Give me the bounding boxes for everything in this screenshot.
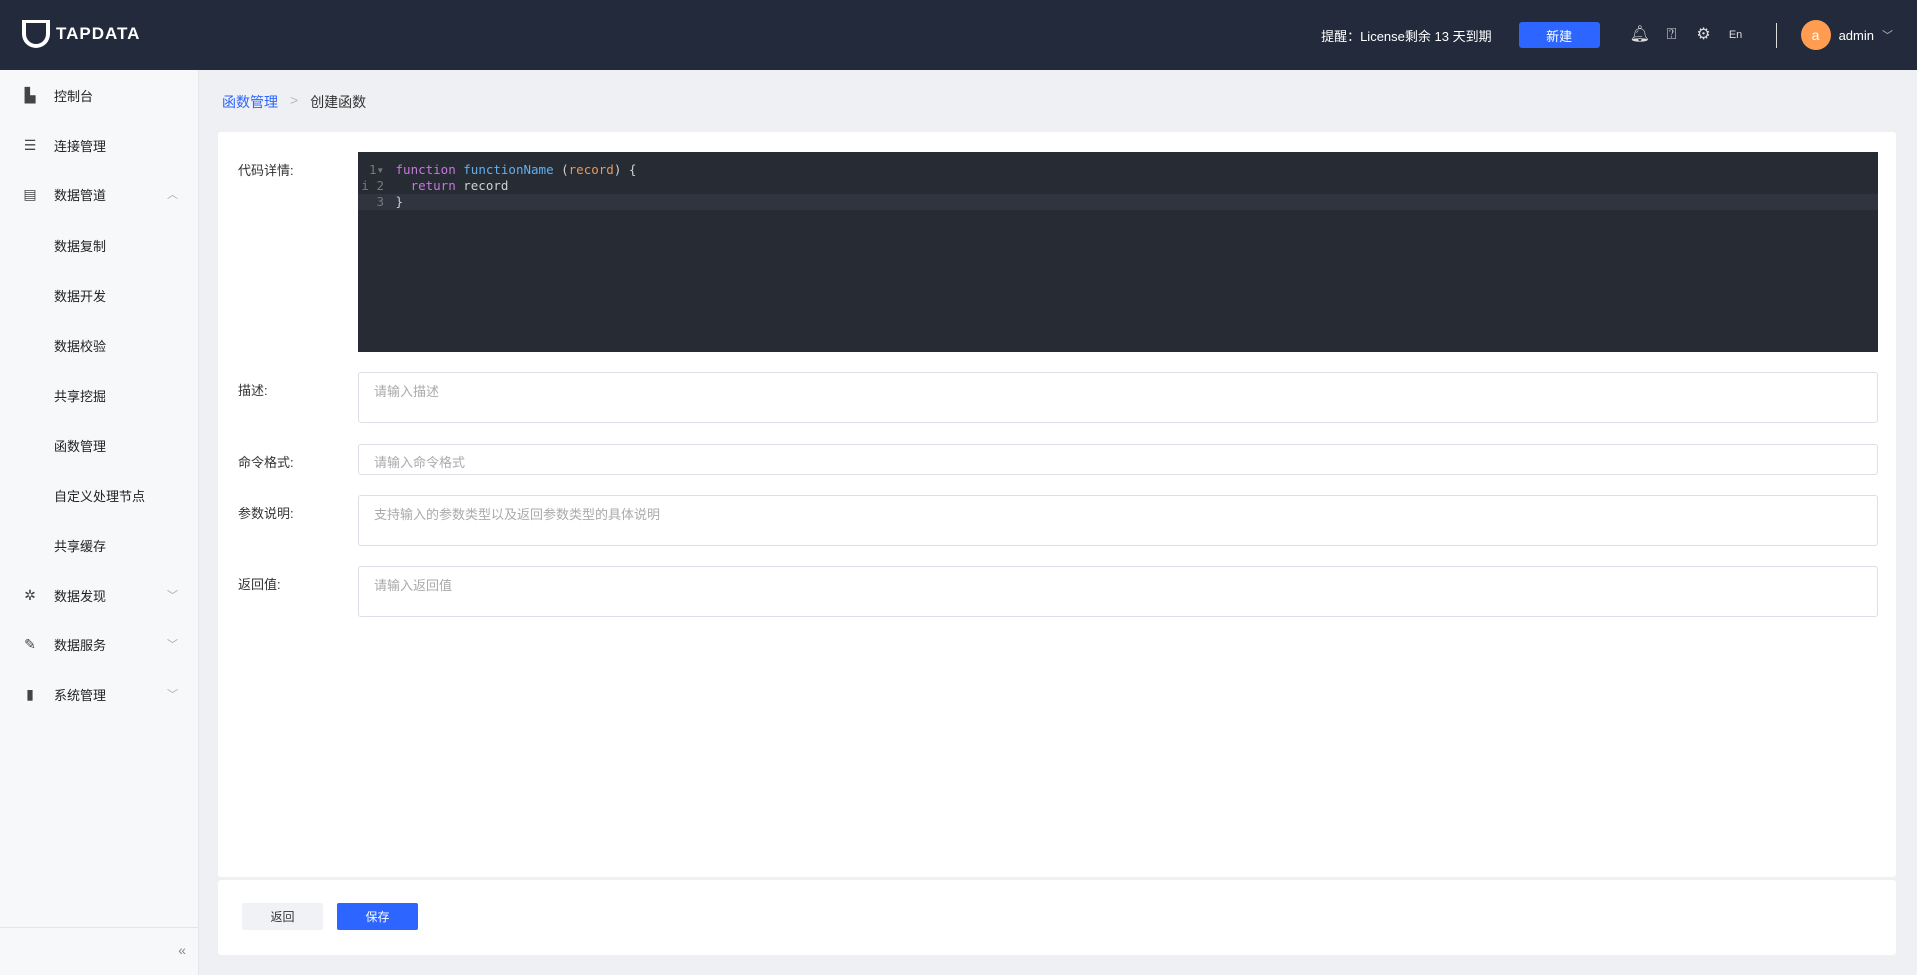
sidebar-item-discovery[interactable]: ✲ 数据发现 ﹀ xyxy=(0,575,198,615)
help-icon[interactable]: ⍰ xyxy=(1662,25,1682,45)
form-card: 代码详情: 1▾ function functionName (record) … xyxy=(218,132,1896,877)
collapse-sidebar-button[interactable]: « xyxy=(0,927,198,975)
sidebar-item-services[interactable]: ✎ 数据服务 ﹀ xyxy=(0,624,198,664)
code-token: record xyxy=(455,178,509,193)
breadcrumb: 函数管理 > 创建函数 xyxy=(222,92,366,112)
code-token: } xyxy=(395,194,404,209)
chip-icon: ✲ xyxy=(24,587,36,603)
sidebar-item-label: 连接管理 xyxy=(54,138,107,154)
breadcrumb-parent[interactable]: 函数管理 xyxy=(222,92,278,112)
double-chevron-left-icon: « xyxy=(178,942,186,958)
back-button[interactable]: 返回 xyxy=(242,903,323,930)
chevron-down-icon: ﹀ xyxy=(167,639,178,651)
breadcrumb-current: 创建函数 xyxy=(310,94,367,110)
chevron-right-icon: > xyxy=(290,92,299,108)
param-label: 参数说明: xyxy=(238,506,294,521)
logo-mark-icon xyxy=(22,20,50,48)
sidebar-subitem[interactable]: 数据复制 xyxy=(0,225,198,265)
sidebar-item-connections[interactable]: ☰ 连接管理 xyxy=(0,125,198,165)
chevron-down-icon[interactable]: ﹀ xyxy=(1882,27,1893,43)
sidebar-item-label: 数据发现 xyxy=(54,588,107,604)
code-token: ) { xyxy=(613,162,637,177)
dashboard-icon: ▙ xyxy=(24,87,36,103)
sidebar-item-label: 系统管理 xyxy=(54,687,107,703)
code-token: record xyxy=(568,162,614,177)
sidebar-subitem[interactable]: 数据开发 xyxy=(0,275,198,315)
sidebar-subitem[interactable]: 共享挖掘 xyxy=(0,375,198,415)
param-textarea[interactable]: 支持输入的参数类型以及返回参数类型的具体说明 xyxy=(358,495,1878,546)
code-line: i 2 return record xyxy=(361,178,509,193)
sidebar-subitem[interactable]: 自定义处理节点 xyxy=(0,475,198,515)
sidebar-subitem[interactable]: 共享缓存 xyxy=(0,525,198,565)
list-icon: ☰ xyxy=(23,137,37,153)
code-label: 代码详情: xyxy=(238,163,294,178)
plug-icon: ✎ xyxy=(24,636,36,652)
license-notice: 提醒：License剩余 13 天到期 xyxy=(1321,28,1492,44)
return-textarea[interactable]: 请输入返回值 xyxy=(358,566,1878,617)
divider xyxy=(1775,22,1777,48)
gear-icon[interactable]: ⚙ xyxy=(1694,25,1714,45)
save-button[interactable]: 保存 xyxy=(337,903,418,930)
sidebar-item-system[interactable]: ▮ 系统管理 ﹀ xyxy=(0,674,198,714)
archive-icon: ▤ xyxy=(23,186,37,202)
sidebar-item-pipelines[interactable]: ▤ 数据管道 ︿ xyxy=(0,174,198,214)
return-label: 返回值: xyxy=(238,577,281,592)
code-token: return xyxy=(410,178,456,193)
language-icon[interactable]: En xyxy=(1726,25,1746,45)
code-line: 1▾ function functionName (record) { xyxy=(368,162,637,177)
desc-label: 描述: xyxy=(238,383,268,398)
code-editor[interactable]: 1▾ function functionName (record) { i 2 … xyxy=(358,152,1878,352)
sidebar-subitem[interactable]: 数据校验 xyxy=(0,325,198,365)
chevron-down-icon: ﹀ xyxy=(167,590,178,602)
form-footer: 返回 保存 xyxy=(218,880,1896,955)
desc-textarea[interactable]: 请输入描述 xyxy=(358,372,1878,423)
avatar[interactable]: a xyxy=(1800,20,1831,50)
sidebar-item-label: 控制台 xyxy=(54,88,94,104)
code-token: function xyxy=(395,162,456,177)
sidebar-item-dashboard[interactable]: ▙ 控制台 xyxy=(0,75,198,115)
sidebar-item-label: 数据管道 xyxy=(54,187,107,203)
cmd-input[interactable]: 请输入命令格式 xyxy=(358,444,1878,475)
sidebar: ▙ 控制台 ☰ 连接管理 ▤ 数据管道 ︿ 数据复制 数据开发 数据校验 共享挖掘 函数… xyxy=(0,70,199,975)
code-token: ( xyxy=(553,162,569,177)
logo[interactable]: TAPDATA xyxy=(22,20,140,48)
sidebar-subitem[interactable]: 函数管理 xyxy=(0,425,198,465)
username[interactable]: admin xyxy=(1839,28,1874,43)
new-button[interactable]: 新建 xyxy=(1518,22,1600,48)
cmd-label: 命令格式: xyxy=(238,455,294,470)
code-token: functionName xyxy=(463,162,554,177)
logo-text: TAPDATA xyxy=(56,24,141,43)
book-icon: ▮ xyxy=(26,686,34,702)
code-line: 3 } xyxy=(358,194,1878,210)
bell-icon[interactable]: 🔔︎ xyxy=(1630,25,1650,45)
chevron-up-icon: ︿ xyxy=(167,189,178,201)
sidebar-item-label: 数据服务 xyxy=(54,637,107,653)
chevron-down-icon: ﹀ xyxy=(167,689,178,701)
top-header: TAPDATA 提醒：License剩余 13 天到期 新建 🔔︎ ⍰ ⚙ En… xyxy=(0,0,1917,70)
